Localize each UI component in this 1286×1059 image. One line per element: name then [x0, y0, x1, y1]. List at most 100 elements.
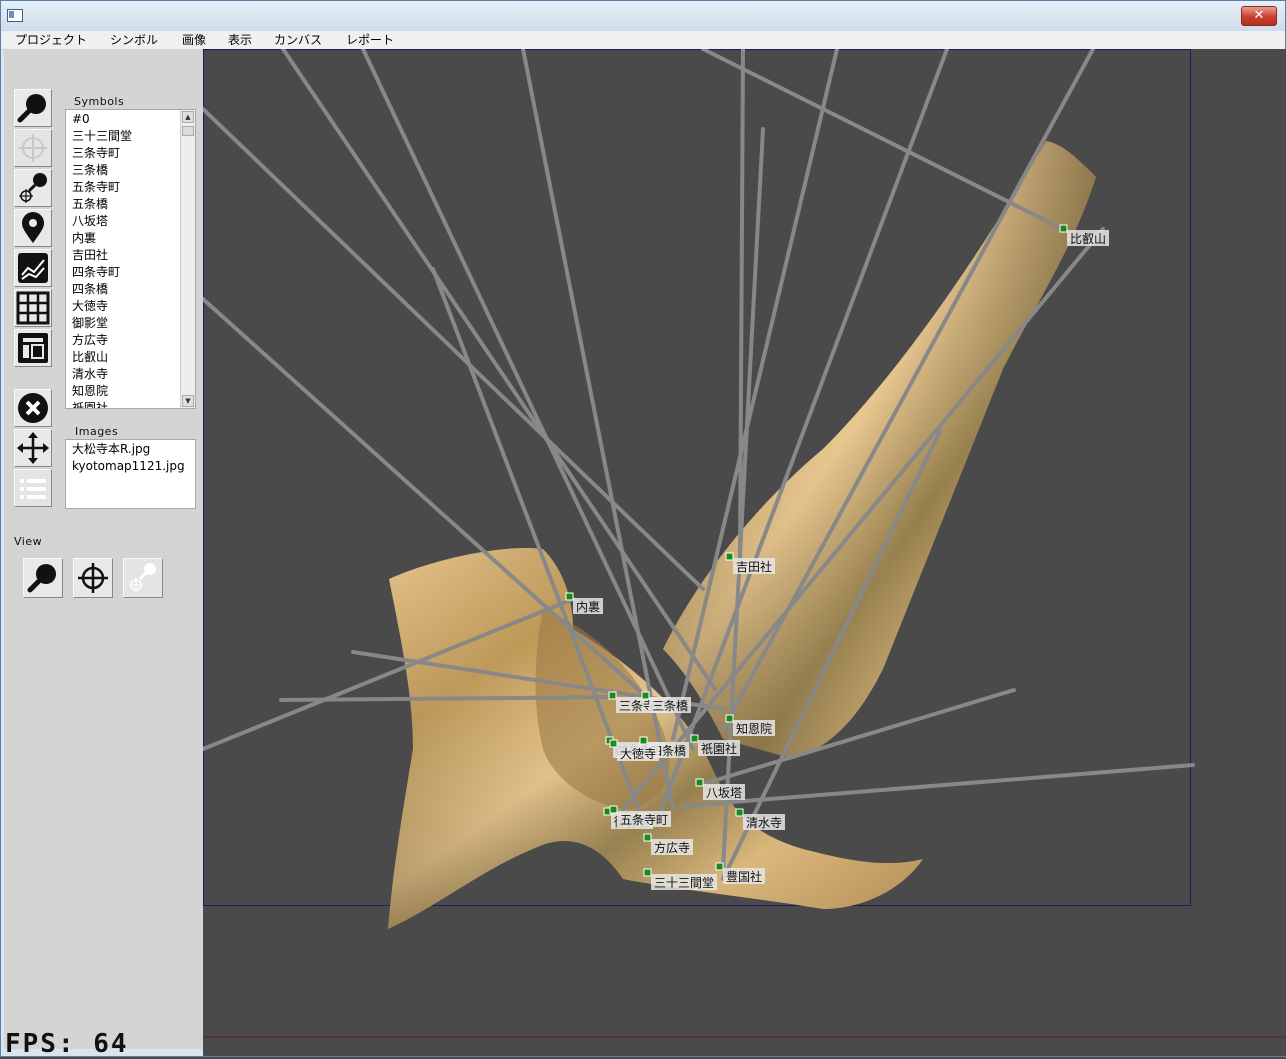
map-pin-tool-button[interactable]: [14, 209, 52, 247]
map-marker[interactable]: 八坂塔: [695, 778, 745, 800]
menu-canvas[interactable]: カンバス: [274, 32, 322, 48]
marker-label: 三条橋: [652, 699, 688, 713]
symbol-list-item[interactable]: 吉田社: [66, 247, 195, 264]
tool-sidebar: Symbols #0 三十三間堂 三条寺町 三条橋 五条寺町 五条橋 八坂塔 内裏 吉田社 四条寺…: [4, 49, 203, 1049]
marker-point-icon[interactable]: [715, 862, 724, 871]
menu-view[interactable]: 表示: [228, 32, 252, 48]
move-tool-icon: [17, 432, 49, 464]
marker-label: 清水寺: [746, 816, 782, 830]
crosshair-view-icon: [78, 563, 108, 593]
image-list-item[interactable]: 大松寺本R.jpg: [66, 441, 195, 458]
zoom-view-icon: [27, 564, 56, 593]
fps-counter: FPS: 64: [5, 1029, 129, 1059]
map-marker[interactable]: 清水寺: [735, 808, 785, 830]
crosshair-tool-icon: [19, 134, 47, 162]
symbol-list-item[interactable]: 御影堂: [66, 315, 195, 332]
symbol-list-item[interactable]: 比叡山: [66, 349, 195, 366]
menu-image[interactable]: 画像: [182, 32, 206, 48]
marker-label: 三十三間堂: [654, 876, 714, 890]
zoom-target-tool-icon: [19, 173, 47, 203]
image-list-item[interactable]: kyotomap1121.jpg: [66, 458, 195, 475]
marker-point-icon[interactable]: [643, 833, 652, 842]
app-window: ✕ プロジェクト シンボル 画像 表示 カンバス レポート Symbols #0…: [0, 0, 1286, 1059]
symbol-list-item[interactable]: 大徳寺: [66, 298, 195, 315]
zoom-target-view-icon: [129, 563, 156, 592]
symbol-list-item[interactable]: 八坂塔: [66, 213, 195, 230]
symbol-list-item[interactable]: 祇園社: [66, 400, 195, 408]
marker-label: 内裏: [576, 599, 600, 614]
marker-label: 五条寺町: [620, 813, 668, 827]
close-button[interactable]: ✕: [1241, 6, 1277, 26]
marker-point-icon[interactable]: [641, 691, 650, 700]
line-chart-tool-icon: [18, 253, 48, 283]
marker-point-icon[interactable]: [639, 736, 648, 745]
line-chart-tool-button[interactable]: [14, 249, 52, 287]
symbol-list-item[interactable]: #0: [66, 111, 195, 128]
grid-tool-icon: [16, 291, 50, 325]
symbol-list-item[interactable]: 五条橋: [66, 196, 195, 213]
move-tool-button[interactable]: [14, 429, 52, 467]
marker-point-icon[interactable]: [609, 739, 618, 748]
map-viewport[interactable]: 比叡山吉田社内裏三条寺町三条橋四条寺町四条橋大徳寺知恩院祇園社八坂塔清水寺御影堂…: [203, 49, 1286, 1056]
marker-point-icon[interactable]: [643, 868, 652, 877]
app-icon: [7, 9, 23, 22]
symbols-items: #0 三十三間堂 三条寺町 三条橋 五条寺町 五条橋 八坂塔 内裏 吉田社 四条寺町 四条橋 大徳寺御…: [66, 111, 195, 408]
symbol-list-item[interactable]: 内裏: [66, 230, 195, 247]
symbol-list-item[interactable]: 三条橋: [66, 162, 195, 179]
marker-point-icon[interactable]: [725, 552, 734, 561]
images-label: Images: [75, 425, 119, 438]
view-crosshair-button[interactable]: [73, 558, 113, 598]
marker-point-icon[interactable]: [725, 714, 734, 723]
symbols-list[interactable]: #0 三十三間堂 三条寺町 三条橋 五条寺町 五条橋 八坂塔 内裏 吉田社 四条寺町 四条橋 大徳寺御…: [65, 109, 196, 409]
symbol-list-item[interactable]: 四条橋: [66, 281, 195, 298]
marker-label: 豊国社: [726, 869, 762, 884]
images-list[interactable]: 大松寺本R.jpg kyotomap1121.jpg: [65, 439, 196, 509]
symbols-label: Symbols: [74, 95, 125, 108]
crosshair-tool-button[interactable]: [14, 129, 52, 167]
marker-point-icon[interactable]: [609, 805, 618, 814]
zoom-tool-icon: [17, 94, 46, 123]
marker-label: 比叡山: [1070, 231, 1106, 246]
marker-point-icon[interactable]: [608, 691, 617, 700]
delete-tool-button[interactable]: [14, 389, 52, 427]
scroll-up-arrow-icon[interactable]: ▲: [182, 111, 194, 123]
map-pin-tool-icon: [22, 212, 44, 243]
marker-label: 大徳寺: [620, 746, 656, 761]
marker-point-icon[interactable]: [735, 808, 744, 817]
list-tool-icon: [20, 479, 46, 499]
title-bar: ✕: [1, 1, 1285, 31]
menu-bar: プロジェクト シンボル 画像 表示 カンバス レポート: [1, 31, 1285, 50]
marker-point-icon[interactable]: [1059, 224, 1068, 233]
grid-tool-button[interactable]: [14, 289, 52, 327]
scroll-thumb[interactable]: [182, 126, 194, 136]
menu-symbol[interactable]: シンボル: [110, 32, 158, 48]
layout-tool-icon: [18, 333, 48, 363]
symbol-list-item[interactable]: 清水寺: [66, 366, 195, 383]
map-canvas[interactable]: 比叡山吉田社内裏三条寺町三条橋四条寺町四条橋大徳寺知恩院祇園社八坂塔清水寺御影堂…: [203, 49, 1286, 1056]
menu-report[interactable]: レポート: [346, 32, 394, 48]
list-tool-button[interactable]: [14, 469, 52, 507]
symbol-list-item[interactable]: 五条寺町: [66, 179, 195, 196]
zoom-tool-button[interactable]: [14, 89, 52, 127]
marker-point-icon[interactable]: [690, 734, 699, 743]
marker-label: 八坂塔: [706, 786, 742, 800]
symbol-list-item[interactable]: 知恩院: [66, 383, 195, 400]
symbol-list-item[interactable]: 四条寺町: [66, 264, 195, 281]
marker-point-icon[interactable]: [695, 778, 704, 787]
marker-point-icon[interactable]: [565, 592, 574, 601]
symbol-list-item[interactable]: 三十三間堂: [66, 128, 195, 145]
view-zoom-button[interactable]: [23, 558, 63, 598]
view-label: View: [14, 535, 43, 548]
layout-tool-button[interactable]: [14, 329, 52, 367]
marker-label: 知恩院: [736, 722, 772, 736]
view-zoom-target-button[interactable]: [123, 558, 163, 598]
symbol-list-item[interactable]: 三条寺町: [66, 145, 195, 162]
delete-tool-icon: [18, 393, 48, 423]
scroll-down-arrow-icon[interactable]: ▼: [182, 395, 194, 407]
marker-label: 吉田社: [736, 559, 772, 574]
symbol-list-item[interactable]: 方広寺: [66, 332, 195, 349]
menu-project[interactable]: プロジェクト: [15, 32, 87, 48]
marker-label: 方広寺: [654, 840, 690, 855]
symbols-scrollbar[interactable]: ▲ ▼: [180, 110, 195, 408]
zoom-target-tool-button[interactable]: [14, 169, 52, 207]
